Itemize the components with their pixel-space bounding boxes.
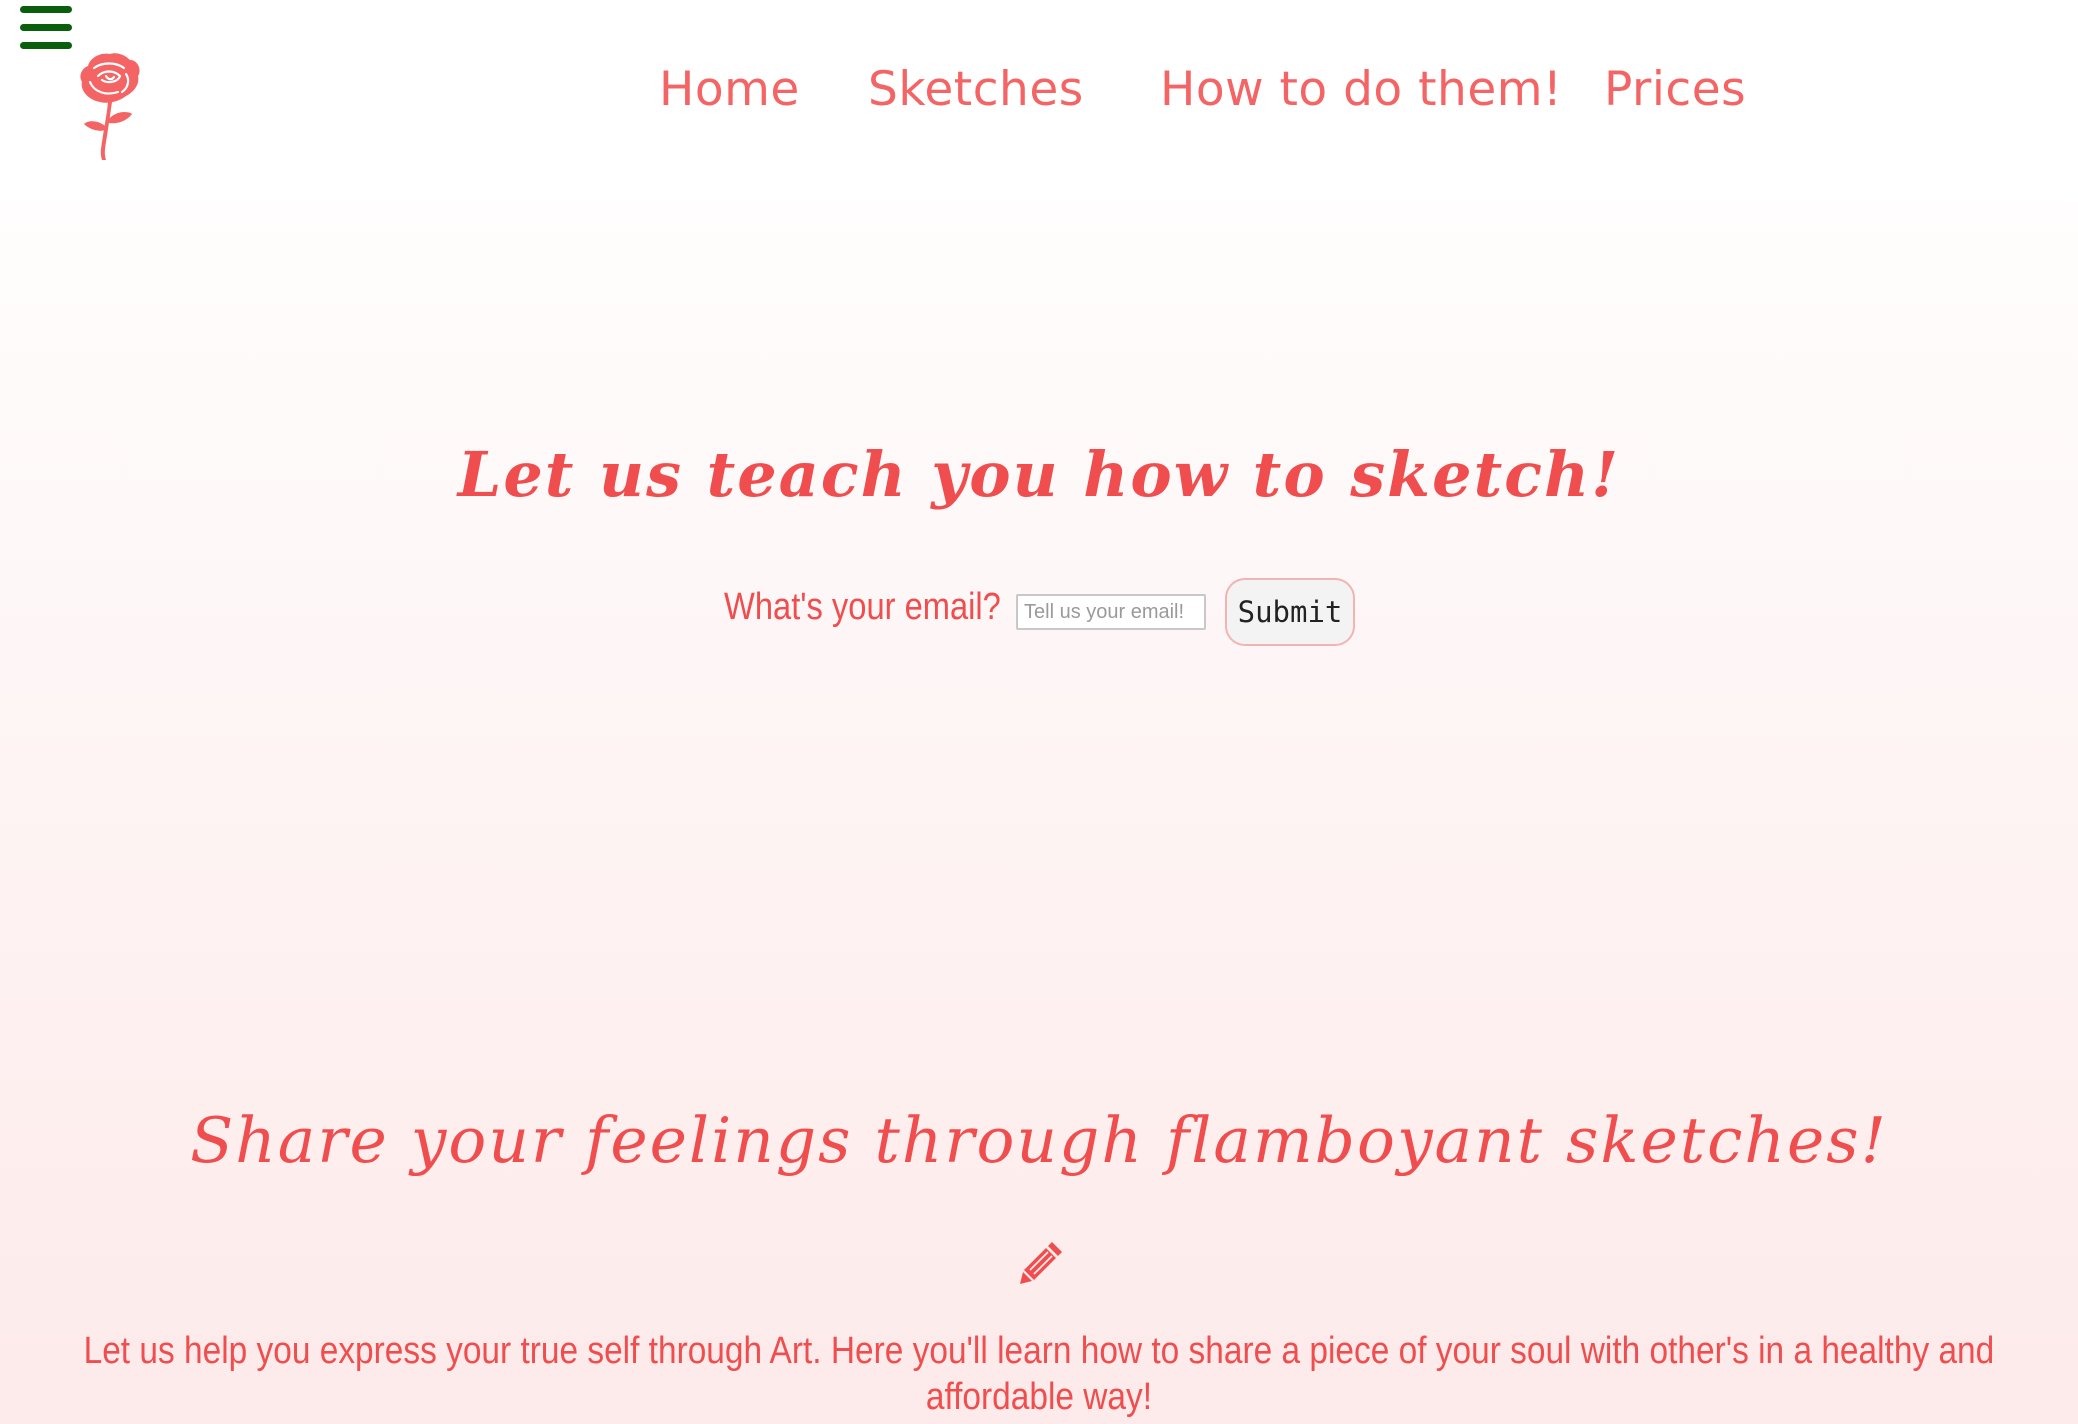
site-header: Home Sketches How to do them! Prices: [0, 0, 2078, 203]
section-title: Share your feelings through flamboyant s…: [190, 1104, 1888, 1177]
email-input[interactable]: [1016, 594, 1206, 630]
main-nav: Home Sketches How to do them! Prices: [0, 62, 2078, 132]
section-text: Let us help you express your true self t…: [10, 1328, 2068, 1420]
section-text-content: Let us help you express your true self t…: [83, 1330, 1995, 1418]
pencil-icon: [1020, 1242, 1062, 1284]
hamburger-menu-icon[interactable]: [20, 6, 72, 50]
hero-title: Let us teach you how to sketch!: [457, 438, 1621, 511]
nav-link-home[interactable]: Home: [659, 62, 800, 117]
nav-link-prices[interactable]: Prices: [1604, 62, 1746, 117]
email-form: What's your email? Submit: [0, 578, 2078, 650]
email-label: What's your email?: [724, 586, 1001, 628]
submit-button[interactable]: Submit: [1225, 578, 1355, 646]
nav-link-sketches[interactable]: Sketches: [868, 62, 1084, 117]
nav-link-how-to[interactable]: How to do them!: [1160, 62, 1562, 117]
